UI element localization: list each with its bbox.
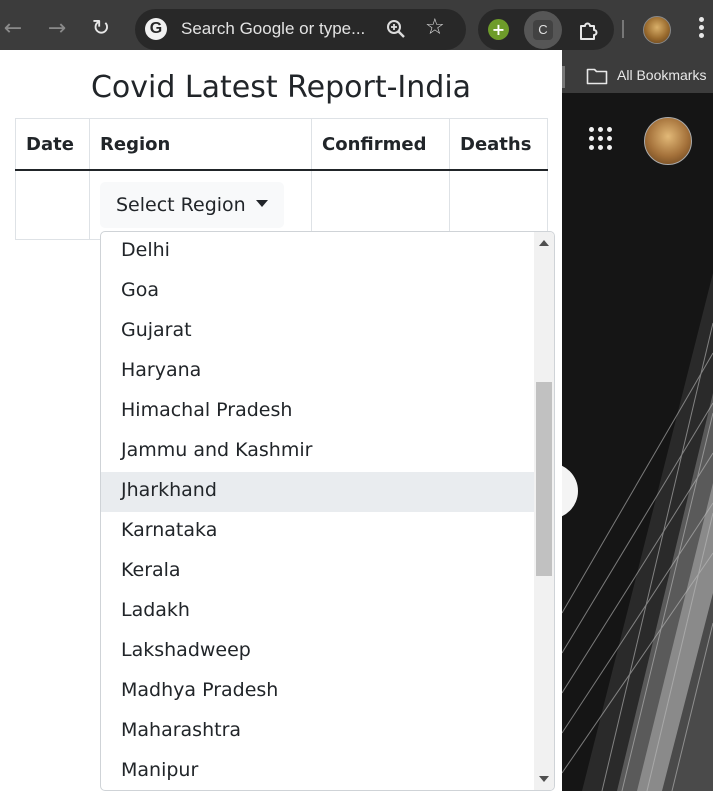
google-icon: G <box>145 18 167 40</box>
select-region-dropdown[interactable]: Select Region <box>100 182 284 228</box>
dropdown-scrollbar[interactable] <box>534 232 554 790</box>
report-table: Date Region Confirmed Deaths Select Regi… <box>15 118 548 240</box>
header-date: Date <box>15 118 90 171</box>
region-option[interactable]: Jharkhand <box>101 472 535 512</box>
puzzle-extensions-icon[interactable] <box>578 19 600 41</box>
google-apps-icon[interactable] <box>589 127 613 151</box>
bookmarks-bar: All Bookmarks <box>562 58 713 93</box>
extensions-group: + C <box>478 9 614 50</box>
region-option[interactable]: Lakshadweep <box>101 632 535 672</box>
back-arrow-icon[interactable]: ← <box>0 16 26 42</box>
select-region-label: Select Region <box>116 194 246 216</box>
region-option[interactable]: Delhi <box>101 232 535 272</box>
scroll-down-arrow-icon[interactable] <box>539 776 549 782</box>
region-option[interactable]: Manipur <box>101 752 535 790</box>
region-option[interactable]: Himachal Pradesh <box>101 392 535 432</box>
region-dropdown-menu: Delhi Goa Gujarat Haryana Himachal Pradesh Ja… <box>100 231 555 791</box>
confirmed-cell <box>311 169 450 240</box>
scroll-up-arrow-icon[interactable] <box>539 240 549 246</box>
region-option[interactable]: Karnataka <box>101 512 535 552</box>
page-title: Covid Latest Report-India <box>90 70 472 105</box>
folder-icon <box>586 68 608 85</box>
caret-down-icon <box>255 200 268 207</box>
all-bookmarks-link[interactable]: All Bookmarks <box>617 67 706 83</box>
region-cell: Select Region <box>89 169 312 240</box>
region-list: Delhi Goa Gujarat Haryana Himachal Pradesh Ja… <box>101 232 535 790</box>
profile-avatar[interactable] <box>643 16 671 44</box>
region-option[interactable]: Ladakh <box>101 592 535 632</box>
scrollbar-thumb[interactable] <box>536 382 552 576</box>
address-bar[interactable]: G Search Google or type... ☆ <box>135 9 466 50</box>
new-tab-background <box>562 93 713 791</box>
c-extension-letter: C <box>533 20 553 40</box>
header-region: Region <box>89 118 312 171</box>
region-option[interactable]: Goa <box>101 272 535 312</box>
reload-icon[interactable]: ↻ <box>88 16 114 42</box>
header-deaths: Deaths <box>449 118 548 171</box>
region-option[interactable]: Kerala <box>101 552 535 592</box>
green-extension-icon[interactable]: + <box>488 19 509 40</box>
chrome-menu-icon[interactable] <box>691 14 711 44</box>
table-header-row: Date Region Confirmed Deaths <box>15 118 548 171</box>
bookmarks-bar-divider <box>562 66 565 88</box>
region-option[interactable]: Gujarat <box>101 312 535 352</box>
region-option[interactable]: Madhya Pradesh <box>101 672 535 712</box>
toolbar-separator <box>622 20 624 38</box>
c-extension-icon[interactable]: C <box>524 11 562 49</box>
date-cell <box>15 169 90 240</box>
address-bar-placeholder: Search Google or type... <box>181 19 366 38</box>
region-option[interactable]: Maharashtra <box>101 712 535 752</box>
forward-arrow-icon[interactable]: → <box>44 16 70 42</box>
bookmark-star-icon[interactable]: ☆ <box>425 17 445 39</box>
region-option[interactable]: Jammu and Kashmir <box>101 432 535 472</box>
table-row: Select Region <box>15 169 548 240</box>
zoom-icon[interactable] <box>385 18 407 40</box>
deaths-cell <box>449 169 548 240</box>
background-photo <box>562 93 713 791</box>
region-option[interactable]: Haryana <box>101 352 535 392</box>
account-avatar[interactable] <box>644 117 692 165</box>
header-confirmed: Confirmed <box>311 118 450 171</box>
